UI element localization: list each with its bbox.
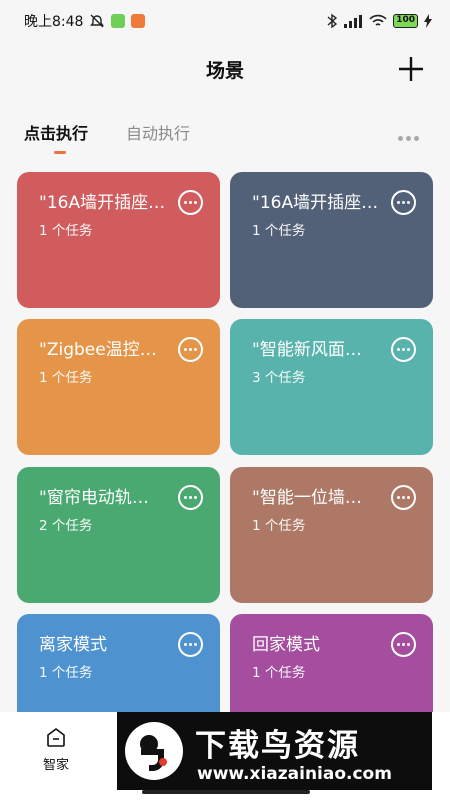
scene-card[interactable]: "智能一位墙… 1 个任务 [230, 467, 433, 603]
scene-name: "16A墙开插座… [252, 193, 379, 213]
home-app-icon [131, 14, 146, 28]
bluetooth-icon [327, 13, 338, 29]
scene-name: "智能新风面… [252, 340, 362, 360]
scene-more-icon[interactable] [178, 632, 203, 657]
wechat-app-icon [111, 14, 126, 28]
scene-task-count: 3 个任务 [252, 370, 306, 386]
scene-more-icon[interactable] [391, 485, 416, 510]
status-bar: 晚上8:48 100 [0, 0, 450, 42]
scene-more-icon[interactable] [391, 190, 416, 215]
status-time: 晚上8:48 [24, 14, 84, 30]
scene-more-icon[interactable] [391, 632, 416, 657]
scene-more-icon[interactable] [178, 190, 203, 215]
scene-task-count: 1 个任务 [252, 223, 306, 239]
alarm-off-icon [90, 14, 105, 28]
home-icon [47, 728, 65, 747]
home-indicator [142, 790, 310, 794]
scene-name: 回家模式 [252, 635, 320, 655]
scene-card[interactable]: "16A墙开插座… 1 个任务 [230, 172, 433, 308]
scene-name: "窗帘电动轨… [39, 488, 149, 508]
scene-more-icon[interactable] [391, 337, 416, 362]
add-scene-button[interactable] [398, 56, 424, 82]
signal-icon [344, 15, 363, 28]
status-left: 晚上8:48 [24, 11, 146, 31]
header: 场景 [0, 48, 450, 90]
watermark-banner: 下载鸟资源 www.xiazainiao.com [117, 712, 432, 790]
scene-card[interactable]: 回家模式 1 个任务 [230, 614, 433, 712]
watermark-title: 下载鸟资源 [195, 728, 360, 764]
nav-home-label: 智家 [42, 758, 69, 773]
tab-indicator [54, 151, 66, 154]
scene-name: 离家模式 [39, 635, 107, 655]
page-title: 场景 [205, 60, 244, 82]
scene-card[interactable]: "Zigbee温控… 1 个任务 [17, 319, 220, 455]
scene-card[interactable]: "智能新风面… 3 个任务 [230, 319, 433, 455]
scene-card[interactable]: 离家模式 1 个任务 [17, 614, 220, 712]
scene-tabs: 点击执行 自动执行 [24, 120, 426, 160]
scene-task-count: 1 个任务 [39, 665, 93, 681]
scene-task-count: 1 个任务 [252, 665, 306, 681]
scene-task-count: 1 个任务 [252, 518, 306, 534]
watermark-url: www.xiazainiao.com [197, 764, 392, 784]
status-right: 100 [327, 13, 432, 29]
scene-name: "16A墙开插座… [39, 193, 166, 213]
scene-task-count: 1 个任务 [39, 370, 93, 386]
charging-icon [424, 14, 432, 28]
scene-name: "Zigbee温控… [39, 340, 157, 360]
watermark-logo-icon [125, 722, 183, 780]
more-options-icon[interactable] [398, 126, 424, 141]
scene-task-count: 2 个任务 [39, 518, 93, 534]
tab-auto[interactable]: 自动执行 [126, 120, 190, 144]
tab-manual[interactable]: 点击执行 [24, 120, 88, 144]
scene-name: "智能一位墙… [252, 488, 362, 508]
battery-icon: 100 [393, 14, 418, 28]
scene-task-count: 1 个任务 [39, 223, 93, 239]
wifi-icon [369, 14, 387, 26]
scene-card[interactable]: "窗帘电动轨… 2 个任务 [17, 467, 220, 603]
scene-card[interactable]: "16A墙开插座… 1 个任务 [17, 172, 220, 308]
scene-grid: "16A墙开插座… 1 个任务 "16A墙开插座… 1 个任务 "Zigbee温… [17, 172, 434, 712]
scene-more-icon[interactable] [178, 485, 203, 510]
nav-home[interactable]: 智家 [36, 726, 76, 773]
scene-more-icon[interactable] [178, 337, 203, 362]
